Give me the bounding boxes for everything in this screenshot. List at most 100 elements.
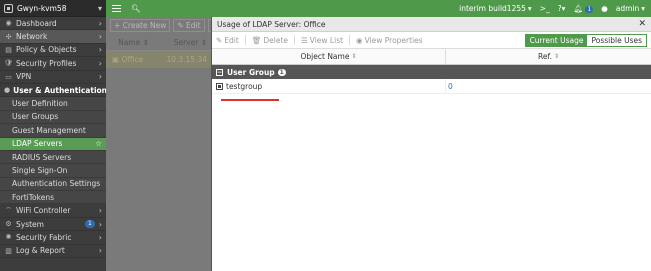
device-name: Gwyn-kvm58 (17, 3, 67, 13)
network-icon: ✣ (5, 32, 12, 41)
column-label: Name (118, 37, 141, 47)
search-icon[interactable]: 🔍︎ (131, 4, 141, 13)
device-header[interactable]: Gwyn-kvm58 ▾ (0, 0, 106, 17)
possible-uses-button[interactable]: Possible Uses (587, 34, 646, 46)
view-list-button[interactable]: ☰ View List (301, 36, 343, 45)
chevron-right-icon: › (98, 232, 102, 242)
chevron-down-icon: ▾ (97, 3, 102, 13)
sidebar-subitem-guest-management[interactable]: Guest Management (0, 124, 106, 138)
table-row: ▣ Office 10.3.15.34 (106, 51, 211, 68)
chevron-right-icon: › (98, 206, 102, 216)
help-icon[interactable]: ?▾ (558, 4, 566, 13)
security-profiles-icon: 🛡 (4, 59, 13, 68)
background-list: + Create New ✎ Edit ▤ Name ⇕ Server ⇕ ▣ … (106, 17, 223, 271)
wifi-icon: ⌔ (5, 206, 12, 215)
notification-badge: 1 (84, 220, 95, 229)
sidebar-item-policy-objects[interactable]: ▤ Policy & Objects › (0, 44, 106, 58)
sidebar-subitem-user-groups[interactable]: User Groups (0, 110, 106, 125)
edit-button[interactable]: ✎ Edit (216, 36, 239, 45)
sidebar-item-user-authentication[interactable]: ● User & Authentication ▾ (0, 84, 106, 98)
sidebar-subitem-label: Single Sign-On (12, 165, 68, 175)
edit-button: ✎ Edit (173, 19, 205, 32)
vpn-icon: ▭ (5, 72, 12, 81)
dashboard-icon: ◉ (5, 19, 12, 28)
build-label[interactable]: interim build1255 (459, 4, 526, 13)
sidebar-subitem-label: Authentication Settings (12, 179, 101, 189)
create-new-button: + Create New (110, 19, 171, 32)
device-icon (4, 3, 13, 13)
sidebar-item-label: Security Fabric (16, 232, 72, 242)
view-properties-button[interactable]: ◉ View Properties (356, 36, 423, 45)
notification-count: 1 (585, 6, 594, 13)
cli-console-icon[interactable]: >_ (540, 4, 550, 13)
sidebar-item-system[interactable]: ⚙ System 1 › (0, 218, 106, 232)
column-label: Object Name (300, 52, 350, 61)
gear-icon: ⚙ (5, 220, 12, 229)
chevron-right-icon: › (98, 72, 102, 82)
group-count-badge: 1 (277, 68, 286, 76)
sidebar-subitem-authentication-settings[interactable]: Authentication Settings (0, 177, 106, 192)
sidebar-subitem-user-definition[interactable]: User Definition (0, 97, 106, 111)
sidebar-item-label: VPN (16, 72, 32, 82)
chevron-right-icon: › (98, 45, 102, 55)
sidebar-item-wifi-controller[interactable]: ⌔ WiFi Controller › (0, 204, 106, 218)
sidebar-subitem-label: User Definition (12, 99, 68, 109)
column-label: Server (173, 37, 199, 47)
sidebar-subitem-fortitokens[interactable]: FortiTokens (0, 191, 106, 205)
usage-toggle: Current Usage Possible Uses (524, 33, 647, 47)
user-group-icon (216, 82, 223, 90)
group-header-row[interactable]: − User Group 1 (212, 65, 651, 79)
sidebar-subitem-single-sign-on[interactable]: Single Sign-On (0, 164, 106, 178)
annotation-underline (221, 99, 279, 101)
sidebar-subitem-label: User Groups (12, 112, 59, 122)
top-bar: 🔍︎ interim build1255 ▾ >_ ?▾ 🔔︎ 1 ● admi… (106, 0, 651, 17)
list-icon: ☰ (301, 35, 308, 45)
sidebar-subitem-label: FortiTokens (12, 192, 54, 202)
current-usage-button[interactable]: Current Usage (525, 34, 588, 46)
column-name: Name ⇕ (118, 37, 149, 47)
edit-label: Edit (224, 35, 239, 45)
bell-icon[interactable]: 🔔︎ 1 (573, 4, 594, 13)
fabric-icon: ✺ (5, 233, 12, 242)
sidebar-item-log-report[interactable]: ▥ Log & Report › (0, 245, 106, 259)
user-avatar-icon: ● (601, 4, 608, 13)
sidebar-item-label: WiFi Controller (16, 206, 71, 216)
column-server: Server ⇕ (173, 37, 207, 47)
sidebar-item-vpn[interactable]: ▭ VPN › (0, 71, 106, 84)
pencil-icon: ✎ (216, 35, 223, 45)
sidebar-item-label: System (16, 219, 44, 229)
row-name: ▣ Office (112, 55, 144, 64)
panel-titlebar: Usage of LDAP Server: Office ✕ (212, 17, 651, 32)
close-icon[interactable]: ✕ (638, 19, 646, 29)
column-ref[interactable]: Ref. ⇕ (446, 49, 651, 64)
star-icon[interactable]: ☆ (95, 139, 102, 148)
sidebar-item-network[interactable]: ✣ Network › (0, 30, 106, 44)
delete-button[interactable]: 🗑︎ Delete (252, 36, 288, 45)
sidebar-subitem-radius-servers[interactable]: RADIUS Servers (0, 150, 106, 165)
chevron-right-icon: › (98, 58, 102, 68)
menu-icon[interactable] (112, 3, 121, 14)
sidebar-item-label: Network (16, 32, 48, 42)
user-menu[interactable]: admin (616, 4, 640, 13)
sidebar-item-security-profiles[interactable]: 🛡 Security Profiles › (0, 57, 106, 71)
sidebar-subitem-label: RADIUS Servers (12, 152, 72, 162)
sidebar-item-label: User & Authentication (13, 85, 106, 95)
sidebar-subitem-label: LDAP Servers (12, 139, 63, 149)
table-row[interactable]: testgroup 0 (212, 79, 651, 94)
sidebar-item-security-fabric[interactable]: ✺ Security Fabric › (0, 231, 106, 245)
sidebar-item-dashboard[interactable]: ◉ Dashboard › (0, 17, 106, 31)
panel-title: Usage of LDAP Server: Office (217, 19, 326, 29)
object-name: testgroup (226, 81, 263, 91)
ref-count-link[interactable]: 0 (446, 82, 651, 91)
group-label: User Group (227, 67, 275, 77)
chevron-right-icon: › (98, 18, 102, 28)
sidebar-item-label: Dashboard (16, 18, 57, 28)
column-object-name[interactable]: Object Name ⇕ (212, 49, 446, 64)
sidebar-item-label: Policy & Objects (16, 45, 77, 55)
sidebar-subitem-ldap-servers[interactable]: LDAP Servers ☆ (0, 137, 106, 151)
sort-icon: ⇕ (553, 53, 559, 60)
sidebar-item-label: Log & Report (16, 246, 65, 256)
policy-icon: ▤ (5, 45, 12, 54)
collapse-icon[interactable]: − (216, 68, 223, 76)
eye-icon: ◉ (356, 35, 363, 45)
